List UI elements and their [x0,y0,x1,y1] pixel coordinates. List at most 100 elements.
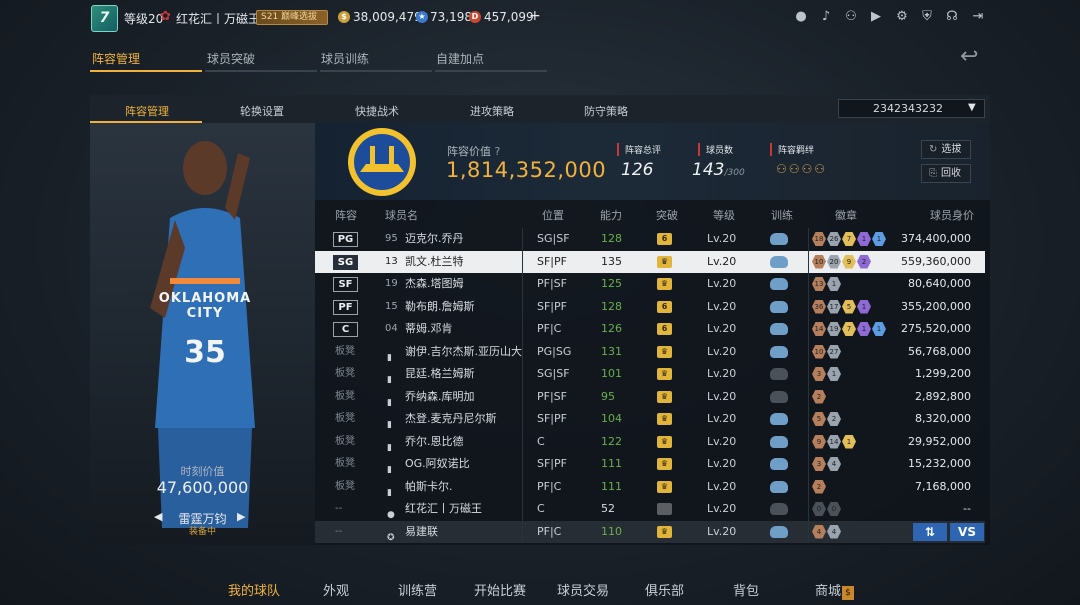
training-icon[interactable] [770,323,788,335]
table-row[interactable]: 板凳 ▮ 谢伊.吉尔杰斯.亚历山大 PG|SG 131 ♛ Lv.20 10 27 56,768,… [315,340,985,363]
training-icon[interactable] [770,278,788,290]
training-icon[interactable] [770,345,788,358]
player-name[interactable]: 易建联 [405,521,438,543]
col-training[interactable]: 训练 [771,207,793,223]
player-name[interactable]: OG.阿奴诺比 [405,453,470,475]
table-row[interactable]: 板凳 ▮ 乔纳森.库明加 PF|SF 95 ♛ Lv.20 2 2,892,800 [315,385,985,408]
subtab-rotation[interactable]: 轮换设置 [240,103,284,119]
recharge-button[interactable]: + [529,8,541,24]
player-name[interactable]: 凯文.杜兰特 [405,251,464,273]
table-row[interactable]: 板凳 ▮ OG.阿奴诺比 SF|PF 111 ♛ Lv.20 3 4 15,232,000 [315,453,985,476]
nav-appearance[interactable]: 外观 [323,580,349,599]
nav-backpack[interactable]: 背包 [733,580,759,599]
help-icon[interactable]: ? [495,145,501,158]
club-name[interactable]: 红花汇丨万磁王 [176,10,260,27]
nav-club[interactable]: 俱乐部 [645,580,684,599]
shield-icon[interactable]: ⛨ [919,9,935,25]
subtab-defense[interactable]: 防守策略 [584,103,628,119]
user-icon[interactable]: ● [793,9,809,25]
col-ability[interactable]: 能力 [600,207,622,223]
tab-custom-points[interactable]: 自建加点 [436,50,484,67]
player-name[interactable]: 乔纳森.库明加 [405,386,475,408]
headset-icon[interactable]: ☊ [944,9,960,25]
player-value: 2,892,800 [915,389,971,403]
exit-icon[interactable]: ⇥ [970,9,986,25]
player-name[interactable]: 迈克尔.乔丹 [405,228,464,250]
training-icon[interactable] [770,233,788,245]
nav-trade[interactable]: 球员交易 [557,580,609,599]
training-icon[interactable] [770,300,788,313]
vs-button[interactable]: VS [950,523,984,541]
recycle-button[interactable]: ⎘ 回收 [921,164,971,183]
divider [808,498,809,521]
player-name[interactable]: 杰森.塔图姆 [405,273,464,295]
divider [522,228,523,251]
breakthrough-badge: ♛ [657,345,672,358]
table-row[interactable]: SF 19 杰森.塔图姆 PF|SF 125 ♛ Lv.20 13 1 80,640,000 [315,273,985,296]
table-row[interactable]: SG 13 凯文.杜兰特 SF|PF 135 ♛ Lv.20 10 20 9 2 559,360,00… [315,250,985,273]
player-name[interactable]: 谢伊.吉尔杰斯.亚历山大 [405,341,522,363]
rank-badge[interactable]: S21 巅峰选拔 [256,10,328,25]
divider [522,408,523,431]
table-row[interactable]: 板凳 ▮ 昆廷.格兰姆斯 SG|SF 101 ♛ Lv.20 3 1 1,299,200 [315,363,985,386]
player-level: Lv.20 [707,502,737,515]
col-name[interactable]: 球员名 [385,207,418,223]
back-arrow-icon[interactable]: ↩ [960,44,978,69]
player-name[interactable]: 红花汇丨万磁王 [405,498,482,520]
tab-lineup[interactable]: 阵容管理 [92,50,140,67]
player-name[interactable]: 勒布朗.詹姆斯 [405,296,475,318]
subtab-quick-tactics[interactable]: 快捷战术 [355,103,399,119]
player-position: C [537,434,545,448]
training-icon[interactable] [770,413,788,425]
training-icon[interactable] [770,255,788,268]
table-row[interactable]: 板凳 ▮ 帕斯卡尔. PF|C 111 ♛ Lv.20 2 7,168,000 [315,475,985,498]
subtab-offense[interactable]: 进攻策略 [470,103,514,119]
training-icon[interactable] [770,525,788,538]
video-icon[interactable]: ▶ [868,9,884,25]
nav-start-game[interactable]: 开始比赛 [474,580,526,599]
table-row[interactable]: PF 15 勒布朗.詹姆斯 SF|PF 128 6 Lv.20 36 17 5 1 355,200,0… [315,295,985,318]
table-row[interactable]: -- ✪ 易建联 PF|C 110 ♛ Lv.20 4 4 [315,520,985,543]
lineup-select[interactable]: 2342343232 [838,99,985,118]
nav-shop[interactable]: 商城 $ [815,580,855,600]
col-value[interactable]: 球员身价 [930,207,974,223]
nav-my-team[interactable]: 我的球队 [228,580,280,599]
player-name[interactable]: 杰登.麦克丹尼尔斯 [405,408,497,430]
swap-button[interactable]: ⇅ [913,523,947,541]
table-row[interactable]: C 04 蒂姆.邓肯 PF|C 126 6 Lv.20 14 19 7 1 1 275,520,000 [315,318,985,341]
next-skin-button[interactable]: ▶ [237,510,245,523]
friends-icon[interactable]: ⚇ [843,9,859,25]
table-row[interactable]: 板凳 ▮ 乔尔.恩比德 C 122 ♛ Lv.20 9 14 1 29,952,000 [315,430,985,453]
player-name[interactable]: 昆廷.格兰姆斯 [405,363,475,385]
bond-icons[interactable]: ⚇⚇⚇⚇ [776,162,827,176]
training-icon[interactable] [770,368,788,380]
col-breakthrough[interactable]: 突破 [656,207,678,223]
player-name[interactable]: 乔尔.恩比德 [405,431,464,453]
col-badges[interactable]: 徽章 [835,207,857,223]
player-name[interactable]: 蒂姆.邓肯 [405,318,453,340]
player-name[interactable]: 帕斯卡尔. [405,476,453,498]
training-icon[interactable] [770,390,788,403]
breakthrough-badge [657,503,672,515]
subtab-lineup[interactable]: 阵容管理 [125,103,169,119]
badge-chip: 2 [812,479,826,494]
table-row[interactable]: -- ● 红花汇丨万磁王 C 52 Lv.20 0 0 -- [315,498,985,521]
player-avatar[interactable]: 7 [91,5,118,32]
col-slot[interactable]: 阵容 [335,207,357,223]
nav-training-camp[interactable]: 训练营 [398,580,437,599]
tab-training[interactable]: 球员训练 [321,50,369,67]
chevron-down-icon[interactable]: ▼ [968,102,976,113]
col-position[interactable]: 位置 [542,207,564,223]
slot-label: 板凳 [335,458,355,469]
tab-breakthrough[interactable]: 球员突破 [207,50,255,67]
table-row[interactable]: 板凳 ▮ 杰登.麦克丹尼尔斯 SF|PF 104 ♛ Lv.20 5 2 8,320,000 [315,408,985,431]
table-row[interactable]: PG 95 迈克尔.乔丹 SG|SF 128 6 Lv.20 18 26 7 1 1 374,400,0… [315,228,985,251]
training-icon[interactable] [770,503,788,515]
pick-button[interactable]: ↻ 选拔 [921,140,971,159]
training-icon[interactable] [770,480,788,493]
gear-icon[interactable]: ⚙ [894,9,910,25]
col-level[interactable]: 等级 [713,207,735,223]
training-icon[interactable] [770,435,788,448]
bell-icon[interactable]: ♪ [818,9,834,25]
training-icon[interactable] [770,458,788,470]
